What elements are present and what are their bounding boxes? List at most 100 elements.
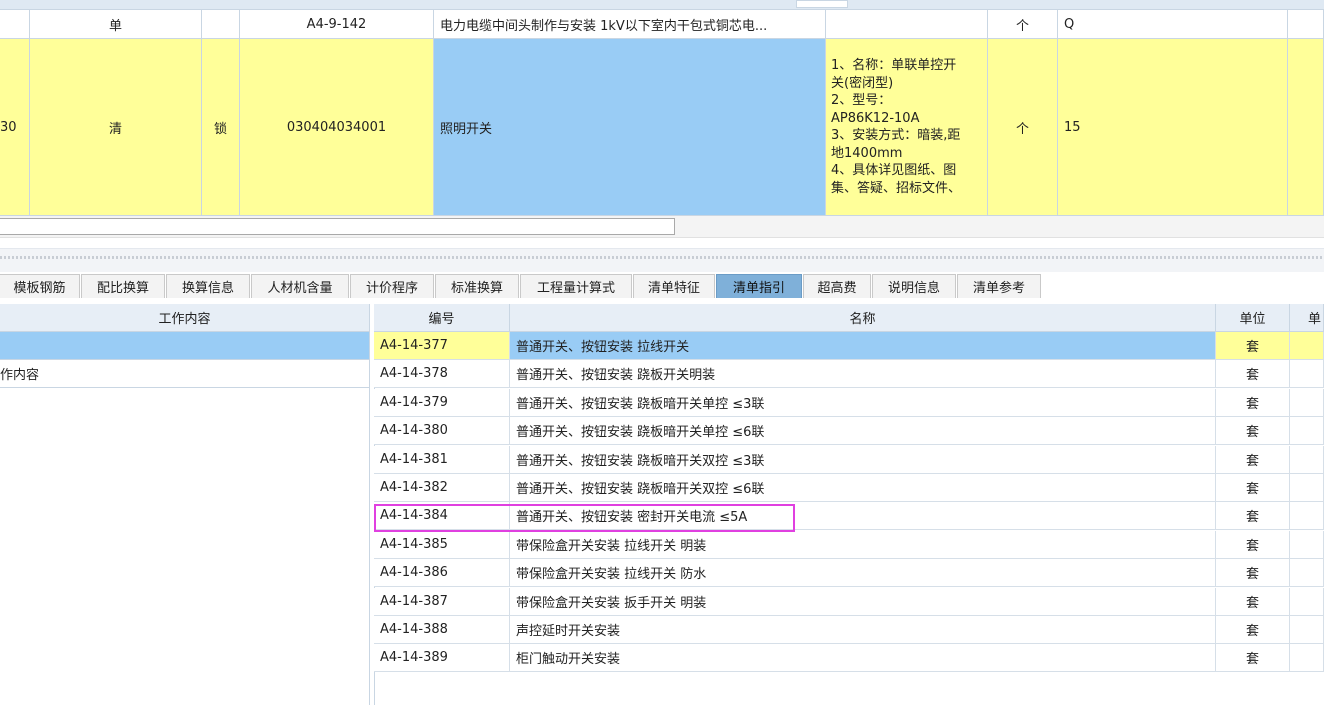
cell-unit: 套	[1216, 388, 1290, 417]
table-row[interactable]: A4-14-382 普通开关、按钮安装 跷板暗开关双控 ≤6联套	[374, 474, 1324, 502]
row1-type: 单	[30, 10, 202, 39]
cell-extra	[1290, 587, 1324, 616]
scroll-thumb[interactable]	[796, 0, 848, 8]
feature-line: 关(密闭型)	[831, 75, 894, 91]
tab-description[interactable]: 说明信息	[872, 274, 956, 298]
cell-code: A4-14-382	[374, 474, 510, 502]
row1-name: 电力电缆中间头制作与安装 1kV以下室内干包式铜芯电...	[434, 10, 826, 39]
cell-code: A4-14-389	[374, 644, 510, 673]
cell-code: A4-14-381	[374, 445, 510, 474]
tab-bill-guide[interactable]: 清单指引	[716, 274, 802, 298]
cell-unit: 套	[1216, 616, 1290, 644]
feature-line: 1、名称：单联单控开	[831, 58, 957, 73]
row2-qty: 15	[1058, 39, 1288, 216]
row2-feature: 1、名称：单联单控开 关(密闭型) 2、型号： AP86K12-10A 3、安装…	[826, 39, 988, 216]
cell-extra	[1290, 445, 1324, 474]
table-row[interactable]: A4-14-377 普通开关、按钮安装 拉线开关套	[374, 332, 1324, 360]
cell-code: A4-14-388	[374, 616, 510, 644]
cell-code: A4-14-385	[374, 530, 510, 559]
cell-extra	[1290, 616, 1324, 644]
table-row[interactable]: A4-14-378 普通开关、按钮安装 跷板开关明装套	[374, 360, 1324, 389]
row1-lock	[202, 10, 240, 39]
tab-template-rebar[interactable]: 模板钢筋	[0, 274, 80, 298]
cell-name: 普通开关、按钮安装 跷板暗开关双控 ≤3联	[510, 445, 1216, 474]
tab-mix-conversion[interactable]: 配比换算	[81, 274, 165, 298]
cell-name: 带保险盒开关安装 拉线开关 明装	[510, 530, 1216, 559]
row2-name[interactable]: 照明开关	[434, 39, 826, 216]
feature-line: 4、具体详见图纸、图	[831, 163, 957, 178]
work-content-row[interactable]: 作内容	[0, 360, 369, 388]
cell-name: 普通开关、按钮安装 拉线开关	[510, 332, 1216, 360]
column-header-extra[interactable]: 单	[1290, 304, 1324, 332]
tab-standard-conversion[interactable]: 标准换算	[435, 274, 519, 298]
cell-name: 带保险盒开关安装 扳手开关 明装	[510, 587, 1216, 616]
cell-code: A4-14-380	[374, 417, 510, 446]
row2-unit: 个	[988, 39, 1058, 216]
row2-type: 清	[30, 39, 202, 216]
row2-seq: 30	[0, 39, 30, 216]
row1-feature	[826, 10, 988, 39]
highlight-annotation-box	[374, 504, 795, 532]
row1-seq	[0, 10, 30, 39]
cell-name: 声控延时开关安装	[510, 616, 1216, 644]
feature-line: 地1400mm	[831, 145, 903, 161]
cell-extra	[1290, 644, 1324, 673]
tab-quantity-formula[interactable]: 工程量计算式	[520, 274, 632, 298]
row1-qty: Q	[1058, 10, 1288, 39]
table-row[interactable]: A4-14-380 普通开关、按钮安装 跷板暗开关单控 ≤6联套	[374, 417, 1324, 446]
cell-name: 普通开关、按钮安装 跷板开关明装	[510, 360, 1216, 389]
column-header-code[interactable]: 编号	[374, 304, 510, 332]
row1-code: A4-9-142	[240, 10, 434, 39]
cell-unit: 套	[1216, 644, 1290, 673]
cell-extra	[1290, 360, 1324, 389]
column-header-name[interactable]: 名称	[510, 304, 1216, 332]
table-row[interactable]: A4-14-388 声控延时开关安装套	[374, 616, 1324, 644]
tab-conversion-info[interactable]: 换算信息	[166, 274, 250, 298]
cell-code: A4-14-377	[374, 332, 510, 360]
panel-splitter[interactable]	[0, 248, 1324, 272]
feature-line: 2、型号：	[831, 93, 892, 108]
tab-height-surcharge[interactable]: 超高费	[803, 274, 871, 298]
splitter-grip	[0, 256, 1324, 259]
cell-name: 带保险盒开关安装 拉线开关 防水	[510, 559, 1216, 588]
cell-name: 普通开关、按钮安装 跷板暗开关单控 ≤6联	[510, 417, 1216, 446]
cell-unit: 套	[1216, 417, 1290, 446]
feature-line: 3、安装方式：暗装,距	[831, 128, 961, 143]
table-row[interactable]: A4-14-389 柜门触动开关安装套	[374, 644, 1324, 673]
table-row[interactable]: A4-14-381 普通开关、按钮安装 跷板暗开关双控 ≤3联套	[374, 445, 1324, 474]
tab-pricing-procedure[interactable]: 计价程序	[350, 274, 434, 298]
work-content-header[interactable]: 工作内容	[0, 304, 370, 332]
cell-extra	[1290, 332, 1324, 360]
cell-extra	[1290, 388, 1324, 417]
tab-bill-reference[interactable]: 清单参考	[957, 274, 1041, 298]
row2-extra	[1288, 39, 1324, 216]
table-row[interactable]: A4-14-385 带保险盒开关安装 拉线开关 明装套	[374, 530, 1324, 559]
cell-unit: 套	[1216, 445, 1290, 474]
cell-unit: 套	[1216, 502, 1290, 531]
horizontal-scroll-thumb[interactable]	[0, 218, 675, 235]
cell-code: A4-14-387	[374, 587, 510, 616]
table-row[interactable]: A4-14-379 普通开关、按钮安装 跷板暗开关单控 ≤3联套	[374, 388, 1324, 417]
top-grid-header-strip	[0, 0, 1324, 10]
tab-labor-material-machine[interactable]: 人材机含量	[251, 274, 349, 298]
cell-code: A4-14-379	[374, 388, 510, 417]
cell-unit: 套	[1216, 587, 1290, 616]
table-row[interactable]: A4-14-386 带保险盒开关安装 拉线开关 防水套	[374, 559, 1324, 588]
cell-extra	[1290, 502, 1324, 531]
row1-unit: 个	[988, 10, 1058, 39]
cell-name: 柜门触动开关安装	[510, 644, 1216, 673]
cell-unit: 套	[1216, 559, 1290, 588]
row2-lock: 锁	[202, 39, 240, 216]
cell-name: 普通开关、按钮安装 跷板暗开关双控 ≤6联	[510, 474, 1216, 502]
work-content-row-selected[interactable]	[0, 332, 369, 360]
row2-code: 030404034001	[240, 39, 434, 216]
cell-name: 普通开关、按钮安装 跷板暗开关单控 ≤3联	[510, 388, 1216, 417]
row1-extra	[1288, 10, 1324, 39]
cell-unit: 套	[1216, 360, 1290, 389]
column-header-unit[interactable]: 单位	[1216, 304, 1290, 332]
cell-extra	[1290, 559, 1324, 588]
cell-unit: 套	[1216, 474, 1290, 502]
cell-unit: 套	[1216, 332, 1290, 360]
table-row[interactable]: A4-14-387 带保险盒开关安装 扳手开关 明装套	[374, 587, 1324, 616]
tab-bill-features[interactable]: 清单特征	[633, 274, 715, 298]
